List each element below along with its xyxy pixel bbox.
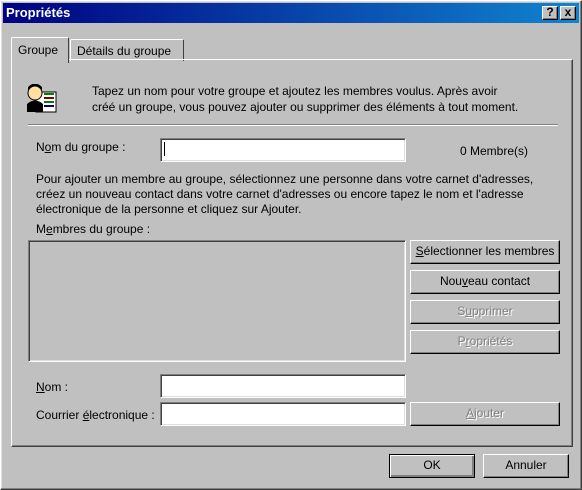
add-button[interactable]: Ajouter xyxy=(410,402,560,426)
tab-groupe[interactable]: Groupe xyxy=(11,37,69,63)
select-members-button[interactable]: Sélectionner les membres xyxy=(410,240,560,264)
text-caret xyxy=(164,142,165,156)
name-input[interactable] xyxy=(160,374,406,398)
tab-groupe-label: Groupe xyxy=(18,43,59,57)
close-button[interactable]: x xyxy=(560,6,576,20)
group-contact-icon xyxy=(27,84,57,113)
cancel-button[interactable]: Annuler xyxy=(483,454,569,478)
tab-details-groupe[interactable]: Détails du groupe xyxy=(70,39,184,61)
help-text-line1: Pour ajouter un membre au groupe, sélect… xyxy=(36,172,534,186)
members-label: Membres du groupe : xyxy=(36,222,151,236)
new-contact-button[interactable]: Nouveau contact xyxy=(410,270,560,294)
email-input[interactable] xyxy=(160,402,406,426)
name-label: Nom : xyxy=(36,380,69,394)
delete-button[interactable]: Supprimer xyxy=(410,300,560,324)
title-bar: Propriétés ? x xyxy=(3,3,579,23)
tab-panel: Tapez un nom pour votre groupe et ajoute… xyxy=(11,59,573,447)
window-title: Propriétés xyxy=(6,5,71,20)
help-text-line2: créez un nouveau contact dans votre carn… xyxy=(36,187,524,201)
separator xyxy=(28,124,558,126)
group-name-label: Nom du groupe : xyxy=(36,140,126,154)
close-icon: x xyxy=(564,5,572,19)
member-count: 0 Membre(s) xyxy=(460,144,529,158)
intro-text-line1: Tapez un nom pour votre groupe et ajoute… xyxy=(92,84,498,98)
ok-button[interactable]: OK xyxy=(389,454,475,478)
help-text-line3: électronique de la personne et cliquez s… xyxy=(36,202,302,216)
properties-button[interactable]: Propriétés xyxy=(410,330,560,354)
help-button[interactable]: ? xyxy=(542,6,558,20)
members-list[interactable] xyxy=(28,240,406,362)
tab-details-label: Détails du groupe xyxy=(77,44,172,58)
email-label: Courrier électronique : xyxy=(36,408,155,422)
group-name-input[interactable] xyxy=(160,138,406,162)
properties-dialog: Propriétés ? x Groupe Détails du groupe … xyxy=(0,0,582,490)
intro-text-line2: créé un groupe, vous pouvez ajouter ou s… xyxy=(92,100,519,114)
